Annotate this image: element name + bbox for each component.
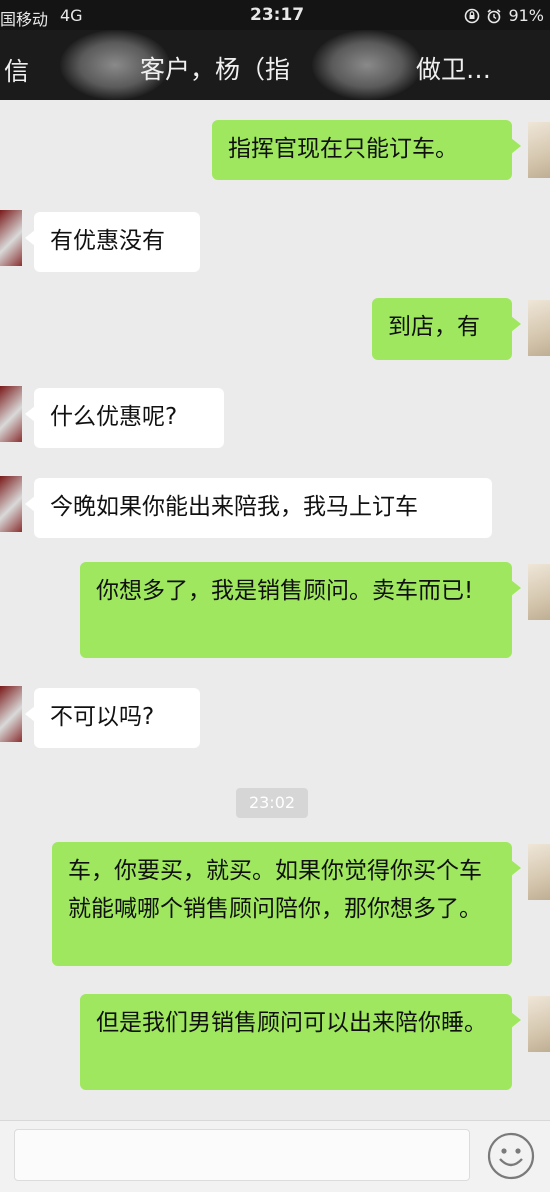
- message-input[interactable]: [14, 1129, 470, 1181]
- contact-avatar[interactable]: [0, 476, 22, 532]
- chat-header: 信 客户，杨（指 做卫…: [0, 30, 550, 100]
- carrier-name: 国移动: [0, 10, 49, 29]
- emoji-icon[interactable]: [486, 1131, 536, 1185]
- message-outgoing[interactable]: 车，你要买，就买。如果你觉得你买个车就能喊哪个销售顾问陪你，那你想多了。: [52, 842, 521, 966]
- blurred-name-redaction-2: [312, 30, 422, 100]
- my-avatar[interactable]: [528, 996, 550, 1052]
- message-incoming[interactable]: 什么优惠呢?: [25, 388, 224, 448]
- message-incoming[interactable]: 不可以吗?: [25, 688, 200, 748]
- my-avatar[interactable]: [528, 844, 550, 900]
- message-incoming[interactable]: 有优惠没有: [25, 212, 200, 272]
- contact-avatar[interactable]: [0, 386, 22, 442]
- contact-avatar[interactable]: [0, 210, 22, 266]
- my-avatar[interactable]: [528, 122, 550, 178]
- message-incoming[interactable]: 今晚如果你能出来陪我，我马上订车: [25, 478, 492, 538]
- message-timestamp: 23:02: [236, 788, 308, 818]
- message-outgoing[interactable]: 你想多了，我是销售顾问。卖车而已!: [80, 562, 521, 658]
- rotation-lock-icon: [464, 8, 480, 24]
- battery-level: 91%: [508, 6, 544, 25]
- status-icons: 91%: [464, 6, 544, 25]
- my-avatar[interactable]: [528, 300, 550, 356]
- network-type: 4G: [60, 6, 83, 25]
- chat-area: 指挥官现在只能订车。 有优惠没有 到店，有 什么优惠呢? 今晚如果你能出来陪我，…: [0, 100, 550, 1120]
- message-outgoing[interactable]: 但是我们男销售顾问可以出来陪你睡。: [80, 994, 521, 1090]
- status-time: 23:17: [250, 5, 305, 25]
- status-bar: 国移动 4G 23:17 91%: [0, 0, 550, 30]
- message-outgoing[interactable]: 指挥官现在只能订车。: [212, 120, 521, 180]
- chat-title-part2: 做卫…: [416, 55, 492, 84]
- message-input-bar: [0, 1120, 550, 1192]
- message-outgoing[interactable]: 到店，有: [372, 298, 521, 360]
- alarm-icon: [486, 8, 502, 24]
- contact-avatar[interactable]: [0, 686, 22, 742]
- back-button[interactable]: 信: [4, 52, 29, 88]
- my-avatar[interactable]: [528, 564, 550, 620]
- chat-title-part1: 客户，杨（指: [140, 55, 291, 84]
